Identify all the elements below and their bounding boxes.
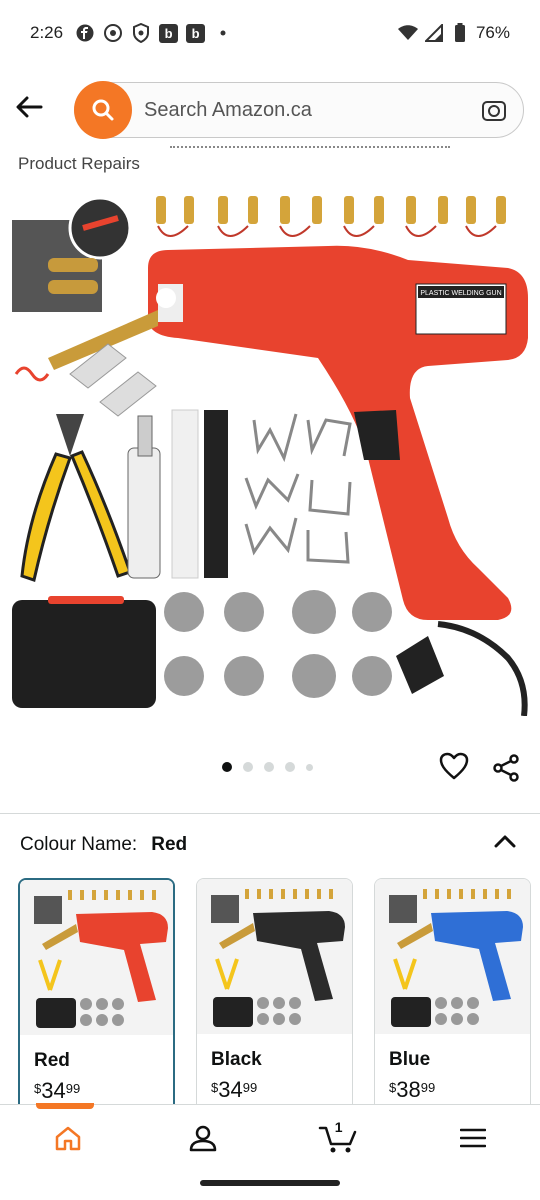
active-tab-indicator	[36, 1103, 94, 1109]
share-icon	[493, 754, 519, 782]
image-carousel-dots[interactable]	[222, 762, 313, 772]
share-button[interactable]	[490, 752, 522, 784]
price-whole: 34	[41, 1078, 66, 1103]
carousel-dot[interactable]	[264, 762, 274, 772]
b-app-icon: b	[159, 23, 179, 43]
colour-selected-value: Red	[151, 834, 188, 855]
search-icon	[92, 99, 114, 121]
swatch-thumbnail	[375, 879, 530, 1034]
heart-icon	[439, 752, 469, 780]
price-cents: 99	[242, 1080, 258, 1095]
product-title-partial: Product Repairs	[18, 154, 140, 173]
search-button[interactable]	[74, 81, 132, 139]
price-currency: $	[389, 1080, 397, 1095]
product-image[interactable]: PLASTIC WELDING GUN	[8, 188, 532, 717]
gun-label-text: PLASTIC WELDING GUN	[420, 290, 501, 297]
camera-icon	[482, 101, 506, 121]
nav-account[interactable]	[135, 1105, 270, 1170]
menu-icon	[459, 1128, 486, 1147]
variation-header: Colour Name: Red	[20, 834, 187, 856]
signal-icon	[424, 23, 444, 43]
status-bar: 2:26 b b 76%	[0, 0, 540, 66]
swatch-red[interactable]: Red $ 34 99	[18, 878, 175, 1118]
wifi-icon	[397, 23, 418, 43]
chevron-up-icon	[494, 835, 516, 848]
nav-cart[interactable]: 1	[270, 1105, 405, 1170]
swatch-thumbnail	[197, 879, 352, 1034]
facebook-icon	[75, 23, 95, 43]
dot-icon	[213, 23, 233, 43]
price-cents: 99	[420, 1080, 436, 1095]
swatch-name: Red	[34, 1050, 70, 1071]
swatch-thumbnail	[20, 880, 173, 1035]
status-left: 2:26 b b	[30, 23, 233, 43]
swatch-price: $ 38 99	[389, 1077, 435, 1103]
account-icon	[189, 1125, 216, 1151]
carousel-dot[interactable]	[306, 763, 313, 771]
swatch-name: Blue	[389, 1049, 431, 1070]
swatch-blue[interactable]: Blue $ 38 99	[374, 878, 531, 1118]
section-divider	[0, 813, 540, 814]
cart-count-badge: 1	[334, 1119, 343, 1135]
swatch-price: $ 34 99	[211, 1077, 257, 1103]
search-placeholder: Search Amazon.ca	[144, 98, 312, 121]
price-currency: $	[34, 1081, 42, 1096]
back-arrow-icon	[16, 96, 43, 118]
battery-icon	[450, 23, 470, 43]
camera-search-button[interactable]	[481, 97, 507, 123]
cut-off-title-line	[170, 146, 450, 150]
swatch-name: Black	[211, 1049, 262, 1070]
price-whole: 38	[396, 1077, 421, 1102]
nav-menu[interactable]	[405, 1105, 540, 1170]
swatch-price: $ 34 99	[34, 1078, 80, 1104]
status-time: 2:26	[30, 23, 64, 42]
price-currency: $	[211, 1080, 219, 1095]
search-input[interactable]: Search Amazon.ca	[74, 81, 524, 139]
nav-home[interactable]	[0, 1103, 135, 1170]
pinterest-icon	[103, 23, 123, 43]
favorite-button[interactable]	[438, 750, 470, 782]
back-button[interactable]	[12, 90, 46, 124]
gesture-bar[interactable]	[200, 1180, 340, 1186]
carousel-dot[interactable]	[243, 762, 253, 772]
price-cents: 99	[65, 1081, 81, 1096]
collapse-variations-button[interactable]	[490, 826, 520, 856]
status-right: 76%	[397, 23, 510, 43]
search-header: Search Amazon.ca	[0, 74, 540, 144]
price-whole: 34	[218, 1077, 243, 1102]
carousel-dot[interactable]	[222, 762, 232, 772]
carousel-dot[interactable]	[285, 762, 295, 772]
colour-label: Colour Name:	[20, 834, 138, 855]
shield-icon	[131, 23, 151, 43]
b-app-icon: b	[186, 23, 206, 43]
home-icon	[55, 1126, 80, 1150]
battery-percent: 76%	[475, 23, 510, 42]
bottom-navigation: 1	[0, 1103, 540, 1170]
swatch-black[interactable]: Black $ 34 99	[196, 878, 353, 1118]
